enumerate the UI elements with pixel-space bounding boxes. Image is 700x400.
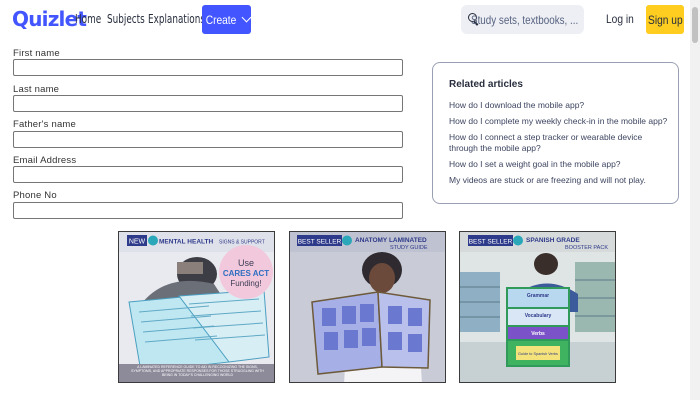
related-articles-list: How do I download the mobile app? How do…	[449, 100, 678, 186]
ad-badge: BEST SELLER	[297, 235, 342, 246]
nav-explanations[interactable]: Explanations	[148, 12, 205, 26]
ad-title: MENTAL HEALTH	[159, 239, 213, 246]
signup-button[interactable]: Sign up	[646, 5, 684, 34]
ad-anatomy-graphic: BEST SELLER ANATOMY LAMINATED STUDY GUID…	[290, 232, 445, 382]
email-label: Email Address	[13, 155, 77, 166]
info-icon	[513, 235, 523, 246]
related-article-link[interactable]: How do I connect a step tracker or weara…	[449, 132, 671, 154]
bubble-line-1: Use	[238, 258, 254, 268]
fathers-name-field[interactable]	[13, 131, 403, 148]
phone-label: Phone No	[13, 190, 57, 201]
last-name-field[interactable]	[13, 95, 403, 112]
first-name-field[interactable]	[13, 59, 403, 76]
ad-subtitle: SIGNS & SUPPORT	[219, 240, 265, 246]
signup-button-label: Sign up	[647, 12, 683, 27]
first-name-label: First name	[13, 48, 60, 59]
chart-label-guide: Guide to Spanish Verbs	[518, 352, 558, 356]
ad-subtitle: BOOSTER PACK	[565, 245, 608, 251]
ad-badge: BEST SELLER	[468, 235, 513, 246]
info-icon	[148, 235, 158, 246]
ad-mental-health[interactable]: NEW MENTAL HEALTH SIGNS & SUPPORT Use CA…	[118, 231, 275, 383]
nav-home[interactable]: Home	[75, 12, 101, 26]
ad-caption: A LAMINATED REFERENCE GUIDE TO AID IN RE…	[131, 365, 264, 377]
phone-field[interactable]	[13, 202, 403, 219]
create-button[interactable]: Create	[202, 5, 252, 34]
page-scrollbar[interactable]	[690, 0, 700, 400]
related-article-link[interactable]: How do I complete my weekly check-in in …	[449, 116, 671, 127]
top-navigation: Quizlet Home Subjects Explanations Creat…	[0, 0, 690, 40]
ad-badge-text: BEST SELLER	[298, 239, 342, 246]
create-button-label: Create	[205, 12, 237, 27]
ad-badge: NEW	[127, 235, 147, 246]
chart-label-grammar: Grammar	[527, 293, 549, 299]
nav-subjects[interactable]: Subjects	[107, 12, 145, 26]
ad-badge-text: NEW	[129, 239, 146, 246]
chevron-down-icon	[241, 12, 252, 23]
related-article-link[interactable]: How do I set a weight goal in the mobile…	[449, 159, 671, 170]
ad-subtitle: STUDY GUIDE	[390, 245, 428, 251]
chart-label-vocabulary: Vocabulary	[525, 313, 552, 319]
scrollbar-thumb[interactable]	[692, 7, 698, 43]
bubble-line-3: Funding!	[230, 279, 261, 288]
related-articles-title: Related articles	[449, 79, 523, 90]
related-articles-panel: Related articles How do I download the m…	[432, 62, 679, 204]
bubble-line-2: CARES ACT	[223, 269, 269, 278]
ad-badge-text: BEST SELLER	[469, 239, 513, 246]
search-placeholder: Study sets, textbooks, ...	[471, 12, 579, 27]
ad-title: ANATOMY LAMINATED	[355, 237, 427, 244]
search-input[interactable]: Study sets, textbooks, ...	[461, 5, 584, 34]
ad-mental-health-graphic: NEW MENTAL HEALTH SIGNS & SUPPORT Use CA…	[119, 232, 274, 382]
email-field[interactable]	[13, 166, 403, 183]
ad-spanish[interactable]: BEST SELLER SPANISH GRADE BOOSTER PACK G…	[459, 231, 616, 383]
page: Quizlet Home Subjects Explanations Creat…	[0, 0, 700, 400]
last-name-label: Last name	[13, 84, 60, 95]
ad-spanish-graphic: BEST SELLER SPANISH GRADE BOOSTER PACK G…	[460, 232, 615, 382]
login-link[interactable]: Log in	[606, 12, 634, 26]
related-article-link[interactable]: My videos are stuck or are freezing and …	[449, 175, 671, 186]
chart-label-verbs: Verbs	[531, 331, 545, 337]
info-icon	[342, 235, 352, 246]
ad-anatomy[interactable]: BEST SELLER ANATOMY LAMINATED STUDY GUID…	[289, 231, 446, 383]
fathers-name-label: Father's name	[13, 119, 77, 130]
ad-title: SPANISH GRADE	[526, 237, 580, 244]
related-article-link[interactable]: How do I download the mobile app?	[449, 100, 671, 111]
